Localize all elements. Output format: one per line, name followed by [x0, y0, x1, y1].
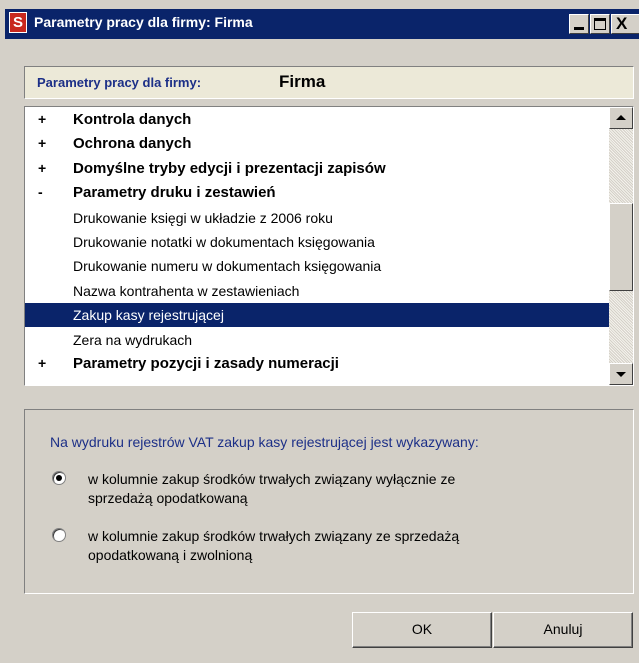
expand-icon[interactable]: + [38, 160, 46, 176]
tree-item-label: Parametry druku i zestawień [73, 184, 276, 202]
maximize-button[interactable] [590, 14, 610, 34]
tree-item[interactable]: Drukowanie notatki w dokumentach księgow… [25, 230, 609, 254]
tree-item-label: Drukowanie księgi w układzie z 2006 roku [73, 209, 333, 226]
tree-group-item[interactable]: - Parametry druku i zestawień [25, 181, 609, 205]
tree-item[interactable]: Drukowanie numeru w dokumentach księgowa… [25, 254, 609, 278]
tree-item-label: Drukowanie numeru w dokumentach księgowa… [73, 258, 382, 275]
vertical-scrollbar[interactable] [609, 107, 633, 385]
tree-group-item[interactable]: + Parametry pozycji i zasady numeracji [25, 352, 609, 376]
expand-icon[interactable]: + [38, 355, 46, 371]
tree-item[interactable]: Zera na wydrukach [25, 328, 609, 352]
tree-item[interactable]: Zakup kasy rejestrującej [25, 303, 609, 328]
scroll-up-button[interactable] [609, 107, 633, 129]
option-question: Na wydruku rejestrów VAT zakup kasy reje… [50, 434, 479, 450]
radio-button-mixed[interactable] [52, 528, 66, 542]
company-name: Firma [279, 72, 326, 91]
parameters-tree[interactable]: + Kontrola danych + Ochrona danych + Domyślne… [24, 106, 634, 386]
app-icon: S [9, 12, 27, 33]
tree-item-label: Domyślne tryby edycji i prezentacji zapi… [73, 159, 386, 177]
window-title: Parametry pracy dla firmy: Firma [34, 14, 253, 30]
minimize-button[interactable] [569, 14, 589, 34]
title-bar[interactable]: S Parametry pracy dla firmy: Firma X [5, 9, 639, 39]
tree-group-item[interactable]: + Ochrona danych [25, 132, 609, 156]
header-label: Parametry pracy dla firmy: [37, 75, 202, 90]
tree-group-item[interactable]: + Kontrola danych [25, 108, 609, 132]
tree-item-label: Ochrona danych [73, 135, 192, 153]
tree-item-label: Parametry pozycji i zasady numeracji [73, 355, 339, 372]
radio-button-exclusive[interactable] [52, 471, 66, 485]
close-button[interactable]: X [611, 14, 639, 34]
tree-item[interactable]: Nazwa kontrahenta w zestawieniach [25, 279, 609, 303]
scroll-down-button[interactable] [609, 363, 633, 385]
tree-item[interactable]: Drukowanie księgi w układzie z 2006 roku [25, 206, 609, 230]
ok-button[interactable]: OK [352, 612, 492, 648]
tree-item-label: Zakup kasy rejestrującej [73, 307, 224, 324]
tree-item-label: Zera na wydrukach [73, 331, 193, 348]
tree-item-label: Nazwa kontrahenta w zestawieniach [73, 282, 300, 299]
radio-label-exclusive[interactable]: w kolumnie zakup środków trwałych związa… [88, 470, 608, 508]
cancel-button[interactable]: Anuluj [493, 612, 633, 648]
dialog-window: S Parametry pracy dla firmy: Firma X Par… [0, 0, 639, 663]
close-icon: X [616, 14, 628, 33]
company-header: Parametry pracy dla firmy: Firma [24, 66, 634, 99]
collapse-icon[interactable]: - [38, 184, 43, 200]
tree-item-label: Kontrola danych [73, 111, 192, 128]
tree-item-label: Drukowanie notatki w dokumentach księgow… [73, 234, 375, 250]
expand-icon[interactable]: + [38, 111, 46, 127]
scroll-thumb[interactable] [609, 203, 633, 291]
tree-group-item[interactable]: + Domyślne tryby edycji i prezentacji zap… [25, 157, 609, 181]
options-panel: Na wydruku rejestrów VAT zakup kasy reje… [24, 409, 634, 594]
radio-label-mixed[interactable]: w kolumnie zakup środków trwałych związa… [88, 527, 608, 565]
expand-icon[interactable]: + [38, 135, 46, 151]
